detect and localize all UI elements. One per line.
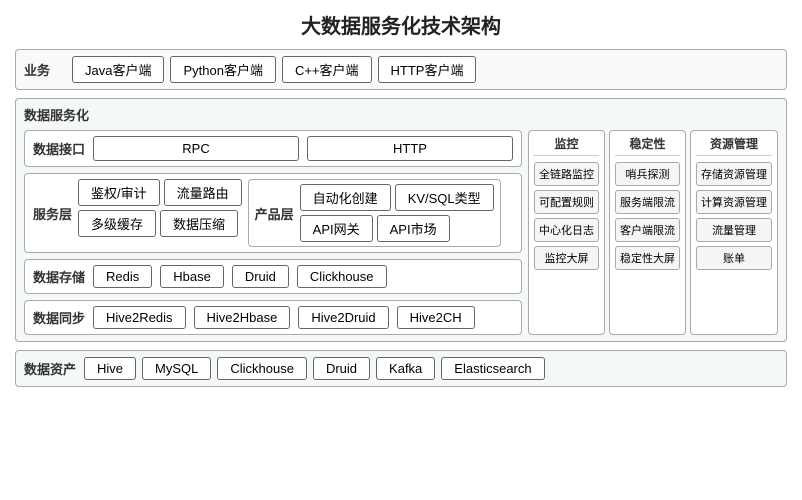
data-service-label: 数据服务化: [24, 105, 778, 124]
interface-rpc: RPC: [93, 136, 299, 161]
client-python: Python客户端: [170, 56, 275, 83]
resources-storage: 存储资源管理: [696, 162, 772, 186]
stability-sentinel: 哨兵探测: [615, 162, 680, 186]
resources-col: 资源管理 存储资源管理 计算资源管理 流量管理 账单: [690, 130, 778, 335]
product-kvsql: KV/SQL类型: [395, 184, 494, 211]
asset-hive: Hive: [84, 357, 136, 380]
storage-row: 数据存储 Redis Hbase Druid Clickhouse: [24, 259, 522, 294]
sync-hive2redis: Hive2Redis: [93, 306, 185, 329]
service-left-row-1: 鉴权/审计 流量路由: [78, 179, 242, 206]
service-label: 服务层: [33, 204, 72, 223]
data-service-section: 数据服务化 数据接口 RPC HTTP 服务层 鉴权/审计: [15, 98, 787, 342]
product-label: 产品层: [255, 204, 294, 223]
client-java: Java客户端: [72, 56, 164, 83]
service-left-row-2: 多级缓存 数据压缩: [78, 210, 242, 237]
stability-col: 稳定性 哨兵探测 服务端限流 客户端限流 稳定性大屏: [609, 130, 686, 335]
product-row-2: API网关 API市场: [300, 215, 494, 242]
asset-kafka: Kafka: [376, 357, 435, 380]
storage-clickhouse: Clickhouse: [297, 265, 387, 288]
data-interface-row: 数据接口 RPC HTTP: [24, 130, 522, 167]
assets-chips: Hive MySQL Clickhouse Druid Kafka Elasti…: [84, 357, 778, 380]
monitoring-title: 监控: [534, 135, 599, 156]
product-apigateway: API网关: [300, 215, 373, 242]
resources-traffic: 流量管理: [696, 218, 772, 242]
right-panels: 监控 全链路监控 可配置规则 中心化日志 监控大屏 稳定性 哨兵探测 服务端限流…: [528, 130, 778, 335]
resources-billing: 账单: [696, 246, 772, 270]
interface-label: 数据接口: [33, 139, 85, 158]
monitoring-config: 可配置规则: [534, 190, 599, 214]
sync-row: 数据同步 Hive2Redis Hive2Hbase Hive2Druid Hi…: [24, 300, 522, 335]
product-auto: 自动化创建: [300, 184, 391, 211]
stability-serverlimit: 服务端限流: [615, 190, 680, 214]
resources-compute: 计算资源管理: [696, 190, 772, 214]
stability-bigscreen: 稳定性大屏: [615, 246, 680, 270]
sync-hive2ch: Hive2CH: [397, 306, 475, 329]
stability-title: 稳定性: [615, 135, 680, 156]
asset-druid: Druid: [313, 357, 370, 380]
product-apimarket: API市场: [377, 215, 450, 242]
asset-elasticsearch: Elasticsearch: [441, 357, 544, 380]
page: 大数据服务化技术架构 业务 Java客户端 Python客户端 C++客户端 H…: [0, 0, 802, 397]
service-route: 流量路由: [164, 179, 242, 206]
service-row: 服务层 鉴权/审计 流量路由 多级缓存 数据压缩: [24, 173, 522, 253]
page-title: 大数据服务化技术架构: [15, 10, 787, 39]
assets-label: 数据资产: [24, 359, 76, 378]
left-col: 数据接口 RPC HTTP 服务层 鉴权/审计 流量路由: [24, 130, 522, 335]
service-cache: 多级缓存: [78, 210, 156, 237]
asset-clickhouse: Clickhouse: [217, 357, 307, 380]
service-left: 鉴权/审计 流量路由 多级缓存 数据压缩: [78, 179, 242, 247]
monitoring-fullchain: 全链路监控: [534, 162, 599, 186]
service-auth: 鉴权/审计: [78, 179, 160, 206]
storage-druid: Druid: [232, 265, 289, 288]
interface-http: HTTP: [307, 136, 513, 161]
monitoring-bigscreen: 监控大屏: [534, 246, 599, 270]
biz-clients: Java客户端 Python客户端 C++客户端 HTTP客户端: [72, 56, 778, 83]
service-compress: 数据压缩: [160, 210, 238, 237]
assets-layer: 数据资产 Hive MySQL Clickhouse Druid Kafka E…: [15, 350, 787, 387]
asset-mysql: MySQL: [142, 357, 211, 380]
client-cpp: C++客户端: [282, 56, 372, 83]
sync-label: 数据同步: [33, 308, 85, 327]
client-http: HTTP客户端: [378, 56, 477, 83]
storage-label: 数据存储: [33, 267, 85, 286]
monitoring-centerlog: 中心化日志: [534, 218, 599, 242]
stability-clientlimit: 客户端限流: [615, 218, 680, 242]
monitoring-col: 监控 全链路监控 可配置规则 中心化日志 监控大屏: [528, 130, 605, 335]
service-inner: 鉴权/审计 流量路由 多级缓存 数据压缩 产品层: [78, 179, 513, 247]
product-section: 产品层 自动化创建 KV/SQL类型 API网关 API市场: [248, 179, 501, 247]
storage-hbase: Hbase: [160, 265, 224, 288]
inner-grid: 数据接口 RPC HTTP 服务层 鉴权/审计 流量路由: [24, 130, 778, 335]
product-inner: 自动化创建 KV/SQL类型 API网关 API市场: [300, 184, 494, 242]
sync-hive2druid: Hive2Druid: [298, 306, 388, 329]
biz-label: 业务: [24, 60, 54, 79]
sync-hive2hbase: Hive2Hbase: [194, 306, 291, 329]
resources-title: 资源管理: [696, 135, 772, 156]
biz-layer: 业务 Java客户端 Python客户端 C++客户端 HTTP客户端: [15, 49, 787, 90]
storage-redis: Redis: [93, 265, 152, 288]
product-row-1: 自动化创建 KV/SQL类型: [300, 184, 494, 211]
